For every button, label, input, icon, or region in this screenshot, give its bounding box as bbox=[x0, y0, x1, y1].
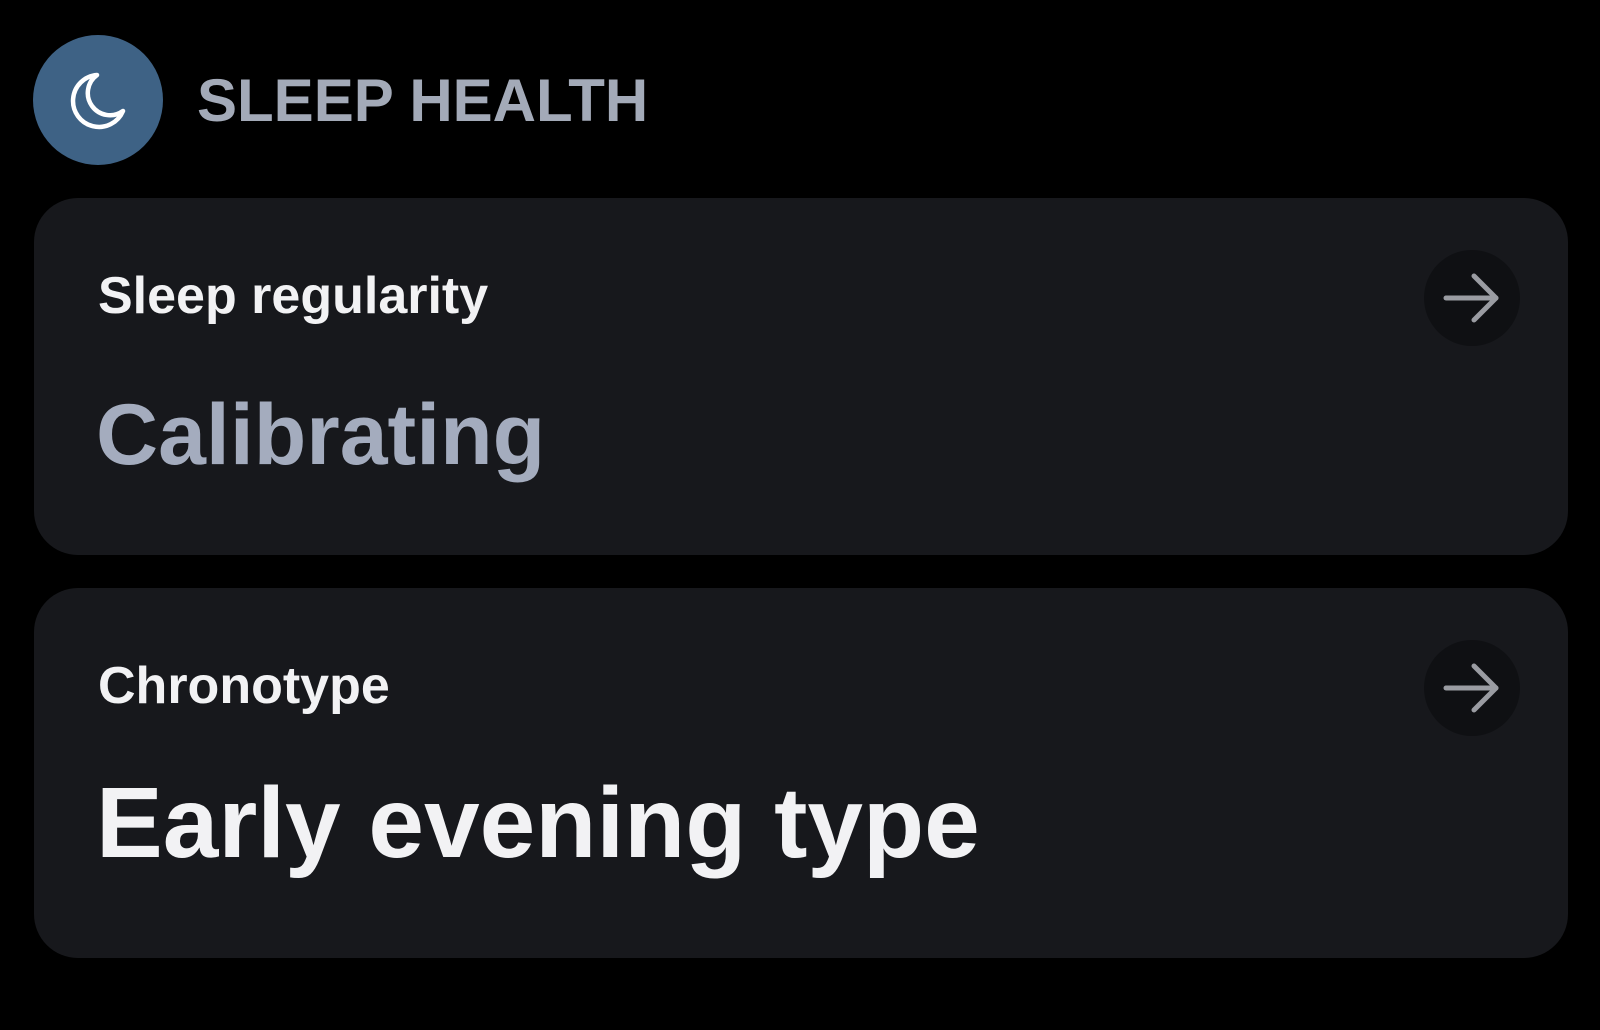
chronotype-card[interactable]: Chronotype Early evening type bbox=[34, 588, 1568, 958]
sleep-badge bbox=[33, 35, 163, 165]
arrow-right-icon bbox=[1443, 663, 1499, 713]
card-label: Chronotype bbox=[98, 657, 390, 715]
chronotype-arrow-button[interactable] bbox=[1424, 640, 1520, 736]
arrow-right-icon bbox=[1443, 273, 1499, 323]
moon-icon bbox=[70, 72, 126, 130]
card-value: Calibrating bbox=[96, 387, 546, 483]
card-label: Sleep regularity bbox=[98, 267, 489, 325]
sleep-regularity-card[interactable]: Sleep regularity Calibrating bbox=[34, 198, 1568, 555]
sleep-regularity-arrow-button[interactable] bbox=[1424, 250, 1520, 346]
section-title: SLEEP HEALTH bbox=[197, 66, 649, 134]
section-header: SLEEP HEALTH bbox=[33, 35, 648, 165]
card-value: Early evening type bbox=[96, 767, 980, 879]
